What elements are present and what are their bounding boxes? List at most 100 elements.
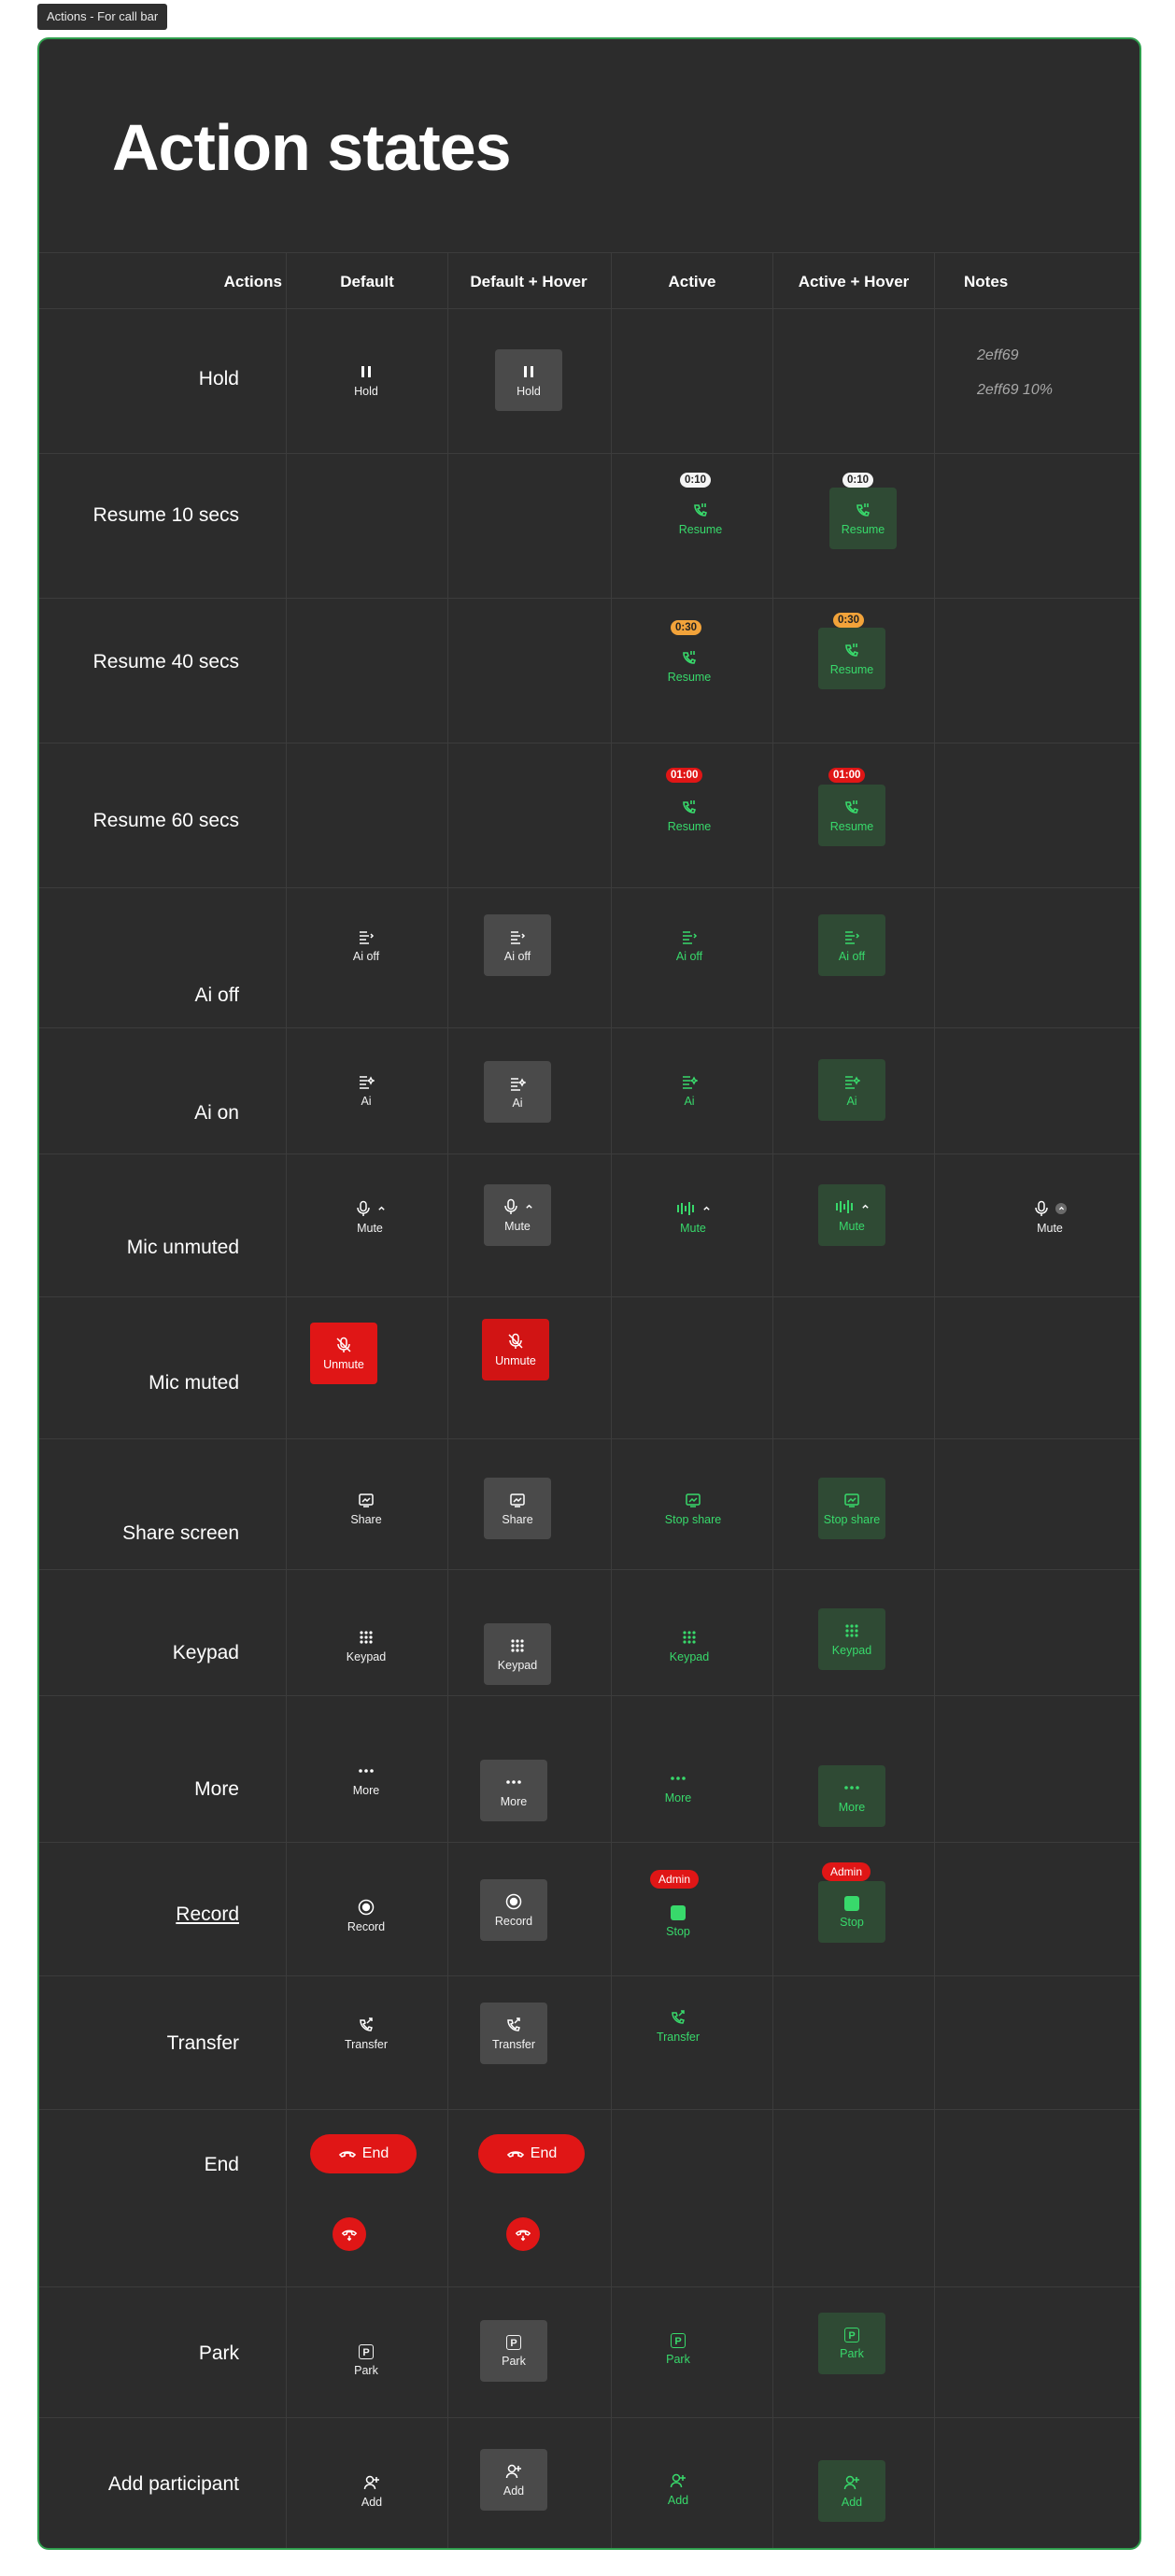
keypad-button-hover[interactable]: Keypad [484,1623,551,1685]
ai-label: Ai [846,1094,857,1108]
mute-button-active[interactable]: Mute [656,1186,730,1248]
ai-label: Ai [512,1096,523,1110]
keypad-button-active-hover[interactable]: Keypad [818,1608,885,1670]
ai-off-button-active-hover[interactable]: Ai off [818,914,885,976]
ai-label: Ai [684,1094,695,1108]
row-divider [39,2286,1140,2287]
chevron-up-icon[interactable] [525,1202,533,1210]
chevron-up-icon[interactable] [702,1204,711,1212]
page-title: Action states [112,111,512,184]
add-participant-button-active-hover[interactable]: Add [818,2460,885,2522]
timer-badge: 0:10 [842,473,874,488]
record-button-hover[interactable]: Record [480,1879,547,1941]
ai-on-button-hover[interactable]: Ai [484,1061,551,1123]
more-label: More [352,1783,380,1797]
add-label: Add [841,2495,863,2509]
share-button-hover[interactable]: Share [484,1478,551,1539]
ai-on-button-default[interactable]: Ai [333,1059,400,1121]
ai-off-button-hover[interactable]: Ai off [484,914,551,976]
park-button-default[interactable]: P Park [333,2329,400,2391]
col-header-active: Active [668,273,716,290]
end-call-button-default[interactable]: End [310,2134,417,2173]
note-color: 2eff69 [977,347,1019,363]
add-participant-button-hover[interactable]: Add [480,2449,547,2511]
keypad-icon [683,1630,696,1644]
add-participant-button-active[interactable]: Add [644,2458,712,2520]
resume-button-active-hover[interactable]: Resume [818,628,885,689]
stop-share-button-active-hover[interactable]: Stop share [818,1478,885,1539]
row-divider [39,2109,1140,2110]
share-button-default[interactable]: Share [333,1478,400,1539]
add-user-icon [843,2475,859,2489]
ai-on-button-active-hover[interactable]: Ai [818,1059,885,1121]
end-call-icon-button-default[interactable] [333,2217,366,2251]
transfer-button-hover[interactable]: Transfer [480,2003,547,2064]
ai-off-button-active[interactable]: Ai off [656,914,723,976]
add-participant-button-default[interactable]: Add [338,2460,405,2522]
ai-off-button-default[interactable]: Ai off [333,914,400,976]
microphone-icon [356,1200,370,1216]
stop-icon [671,1904,686,1920]
row-divider [39,1569,1140,1570]
chevron-up-icon[interactable] [377,1204,386,1212]
resume-button-active[interactable]: Resume [667,488,734,549]
resume-button-active-hover[interactable]: Resume [829,488,897,549]
more-label: More [500,1794,528,1808]
phone-hangup-icon [341,2229,358,2242]
more-dots-icon [671,1776,686,1780]
mute-button-default[interactable]: Mute [333,1186,407,1248]
transfer-button-default[interactable]: Transfer [333,2003,400,2064]
more-button-active[interactable]: More [644,1756,712,1818]
hold-button-default[interactable]: Hold [333,349,400,411]
phone-transfer-icon [507,2017,520,2031]
chevron-up-circle-icon[interactable] [1055,1202,1067,1214]
row-label-ai-on: Ai on [194,1102,239,1124]
keypad-button-default[interactable]: Keypad [333,1615,400,1677]
stop-record-button-active-hover[interactable]: Stop [818,1881,885,1943]
mute-button-active-hover[interactable]: Mute [818,1184,885,1246]
row-label-resume-10: Resume 10 secs [92,504,239,526]
park-button-hover[interactable]: P Park [480,2320,547,2382]
screen-share-icon [510,1493,525,1507]
stop-record-button-active[interactable]: Stop [644,1890,712,1952]
mute-button-hover[interactable]: Mute [484,1184,551,1246]
record-button-default[interactable]: Record [333,1885,400,1946]
end-label: End [361,2145,389,2161]
record-label-text: Record [176,1904,239,1925]
ai-sparkle-icon [360,1075,375,1089]
row-label-resume-40: Resume 40 secs [92,651,239,672]
mute-button-note-variant[interactable]: Mute [1012,1186,1087,1248]
col-divider [286,252,287,2548]
resume-button-active[interactable]: Resume [656,785,723,846]
more-button-default[interactable]: More [333,1748,400,1810]
ai-on-button-active[interactable]: Ai [656,1059,723,1121]
row-label-hold: Hold [198,368,239,389]
chevron-up-icon[interactable] [861,1202,870,1210]
resume-button-active-hover[interactable]: Resume [818,785,885,846]
unmute-button-hover[interactable]: Unmute [482,1319,549,1380]
hold-label: Hold [354,384,378,398]
row-label-resume-60: Resume 60 secs [92,810,239,831]
end-call-icon-button-hover[interactable] [506,2217,540,2251]
hold-button-hover[interactable]: Hold [495,349,562,411]
stop-share-label: Stop share [823,1512,881,1526]
microphone-off-icon [508,1333,523,1349]
phone-hangup-icon [515,2229,531,2242]
transfer-button-active[interactable]: Transfer [644,1995,712,2057]
stop-share-button-active[interactable]: Stop share [656,1478,730,1539]
col-divider [934,252,935,2548]
more-button-hover[interactable]: More [480,1760,547,1821]
end-call-button-hover[interactable]: End [478,2134,585,2173]
more-button-active-hover[interactable]: More [818,1765,885,1827]
park-button-active[interactable]: P Park [644,2318,712,2380]
share-label: Share [350,1512,382,1526]
keypad-button-active[interactable]: Keypad [656,1615,723,1677]
unmute-button-default[interactable]: Unmute [310,1323,377,1384]
park-button-active-hover[interactable]: P Park [818,2313,885,2374]
resume-button-active[interactable]: Resume [656,635,723,697]
row-divider [39,1975,1140,1976]
ai-lines-icon [845,930,860,944]
mute-label: Mute [839,1219,865,1233]
ai-off-label: Ai off [675,949,703,963]
keypad-label: Keypad [831,1643,872,1657]
